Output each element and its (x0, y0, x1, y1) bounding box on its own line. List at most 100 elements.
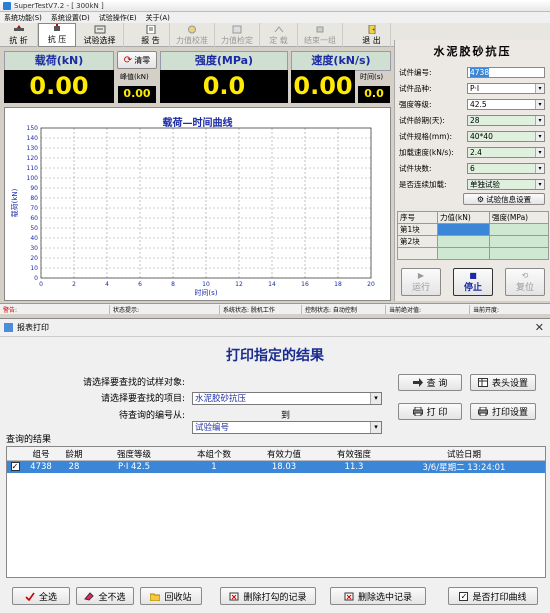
exit-icon (368, 25, 375, 34)
param-panel: 水泥胶砂抗压 试件编号: 4738 试件品种: P·I ▾ 强度等级: 42.5 ▾ 试件龄期(… (394, 40, 550, 301)
test-select-button[interactable]: 试验选择 (76, 23, 124, 47)
param-label: 试件块数: (399, 163, 432, 173)
main-window: SuperTestV7.2 - [ 300kN ] 系统功能(S) 系统设置(D… (0, 0, 550, 316)
range-to-label: 到 (281, 411, 291, 421)
clear-button[interactable]: ⟳ 清零 (117, 51, 157, 69)
table-row[interactable]: 第2块 (397, 235, 549, 248)
run-button[interactable]: ▶ 运行 (401, 268, 441, 296)
table-row[interactable]: 第1块 (397, 223, 549, 236)
test-info-button[interactable]: ⚙ 试验信息设置 (463, 193, 545, 205)
col-strength: 有效强度 (336, 449, 371, 460)
param-field[interactable]: 4738 (467, 66, 545, 78)
delete-checked-button[interactable]: 删除打勾的记录 (220, 587, 316, 605)
app-icon (3, 1, 11, 10)
param-label: 试件规格(mm): (399, 131, 452, 141)
close-icon[interactable]: ✕ (535, 321, 544, 334)
end-group-button[interactable]: 结束一组 (298, 23, 343, 47)
menu-system[interactable]: 系统功能(S) (4, 13, 42, 23)
chevron-down-icon: ▾ (535, 99, 544, 109)
speed-display: 0.00 (291, 70, 355, 103)
x-tick-label: 4 (105, 281, 109, 288)
param-field[interactable]: 2.4 ▾ (467, 146, 545, 158)
param-field[interactable]: 28 ▾ (467, 114, 545, 126)
chevron-down-icon: ▾ (535, 131, 544, 141)
param-field[interactable]: 6 ▾ (467, 162, 545, 174)
table-row[interactable]: ✓ 4738 28 P·I 42.5 1 18.03 11.3 3/6/星期二 … (7, 461, 545, 473)
col-date: 试验日期 (446, 449, 481, 460)
checkmark-icon: ✓ (10, 462, 20, 471)
x-tick-label: 10 (202, 281, 210, 288)
verify-button[interactable]: 力值检定 (215, 23, 260, 47)
menu-bar: 系统功能(S) 系统设置(D) 试验操作(E) 关于(A) (0, 12, 550, 23)
row-checkbox[interactable]: ✓ (7, 462, 23, 472)
report-button[interactable]: 报 告 (132, 23, 170, 47)
speed-label: 速度(kN/s) (291, 51, 391, 71)
print-button[interactable]: 打 印 (398, 403, 462, 420)
param-row: 试件龄期(天): 28 ▾ (399, 112, 547, 128)
menu-operations[interactable]: 试验操作(E) (99, 13, 137, 23)
folder-icon (150, 593, 161, 601)
peak-display: 0.00 (118, 86, 156, 103)
param-field[interactable]: P·I ▾ (467, 82, 545, 94)
param-row: 试件编号: 4738 (399, 64, 547, 80)
reset-button[interactable]: ⟲ 复位 (505, 268, 545, 296)
x-tick-label: 6 (138, 281, 142, 288)
report-window: 报表打印 ✕ 打印指定的结果 请选择要查找的试样对象: 水泥胶砂抗压 ▾ 请选择要… (0, 318, 550, 613)
compress-test-button[interactable]: 抗 压 (38, 23, 76, 47)
results-header: 组号 龄期 强度等级 本组个数 有效力值 有效强度 试验日期 (7, 447, 545, 461)
stop-icon: ■ (469, 271, 477, 280)
item-select[interactable]: 试验编号 ▾ (192, 421, 382, 434)
param-field[interactable]: 40*40 ▾ (467, 130, 545, 142)
x-tick-label: 20 (367, 281, 375, 288)
object-select[interactable]: 水泥胶砂抗压 ▾ (192, 392, 382, 405)
x-tick-label: 16 (301, 281, 309, 288)
test-select-icon (94, 25, 105, 34)
chevron-down-icon: ▾ (370, 393, 381, 404)
menu-settings[interactable]: 系统设置(D) (51, 13, 90, 23)
menu-about[interactable]: 关于(A) (146, 13, 170, 23)
exit-button[interactable]: 退 出 (353, 23, 391, 47)
specimen-table: 序号 力值(kN) 强度(MPa) 第1块 第2块 (397, 211, 549, 260)
report-icon (146, 25, 155, 34)
col-force: 有效力值 (266, 449, 301, 460)
select-all-button[interactable]: 全选 (12, 587, 70, 605)
chevron-down-icon: ▾ (535, 179, 544, 189)
param-label: 试件编号: (399, 67, 432, 77)
y-tick-label: 30 (30, 245, 38, 252)
results-label: 查询的结果 (6, 435, 52, 445)
param-label: 试件龄期(天): (399, 115, 445, 125)
flex-test-button[interactable]: 抗 折 (0, 23, 38, 47)
param-field[interactable]: 42.5 ▾ (467, 98, 545, 110)
play-icon: ▶ (417, 271, 425, 280)
chevron-down-icon: ▾ (370, 422, 381, 433)
report-window-title: 报表打印 (17, 323, 49, 332)
select-none-button[interactable]: 全不选 (76, 587, 134, 605)
delete-selected-button[interactable]: 删除选中记录 (330, 587, 426, 605)
fixed-load-icon (274, 26, 283, 33)
print-curve-toggle[interactable]: ✓ 是否打印曲线 (448, 587, 538, 605)
y-tick-label: 130 (27, 145, 39, 152)
recycle-bin-button[interactable]: 回收站 (140, 587, 202, 605)
print-settings-button[interactable]: 打印设置 (470, 403, 536, 420)
y-tick-label: 70 (30, 205, 38, 212)
fixed-load-button[interactable]: 定 载 (260, 23, 298, 47)
query-button[interactable]: 查 询 (398, 374, 462, 391)
time-display: 0.0 (358, 86, 390, 103)
y-tick-label: 40 (30, 235, 38, 242)
verify-icon (232, 25, 242, 34)
x-tick-label: 8 (171, 281, 175, 288)
y-tick-label: 150 (27, 125, 39, 132)
chart-svg: 0 2 4 6 8 10 12 14 16 18 20 0 10 20 30 40 50 60 70 80 90 100 1… (10, 125, 375, 297)
y-tick-label: 50 (30, 225, 38, 232)
calibrate-button[interactable]: 力值校准 (170, 23, 215, 47)
col-age: 龄期 (65, 449, 83, 460)
arrow-right-icon (412, 378, 423, 387)
peak-label: 峰值(kN) (120, 73, 149, 81)
param-field[interactable]: 单独试验 ▾ (467, 178, 545, 190)
delete-icon (229, 592, 239, 600)
col-index: 序号 (397, 211, 438, 224)
results-list[interactable]: 组号 龄期 强度等级 本组个数 有效力值 有效强度 试验日期 ✓ 4738 28… (6, 446, 546, 578)
stop-button[interactable]: ■ 停止 (453, 268, 493, 296)
x-tick-label: 0 (39, 281, 43, 288)
header-settings-button[interactable]: 表头设置 (470, 374, 536, 391)
